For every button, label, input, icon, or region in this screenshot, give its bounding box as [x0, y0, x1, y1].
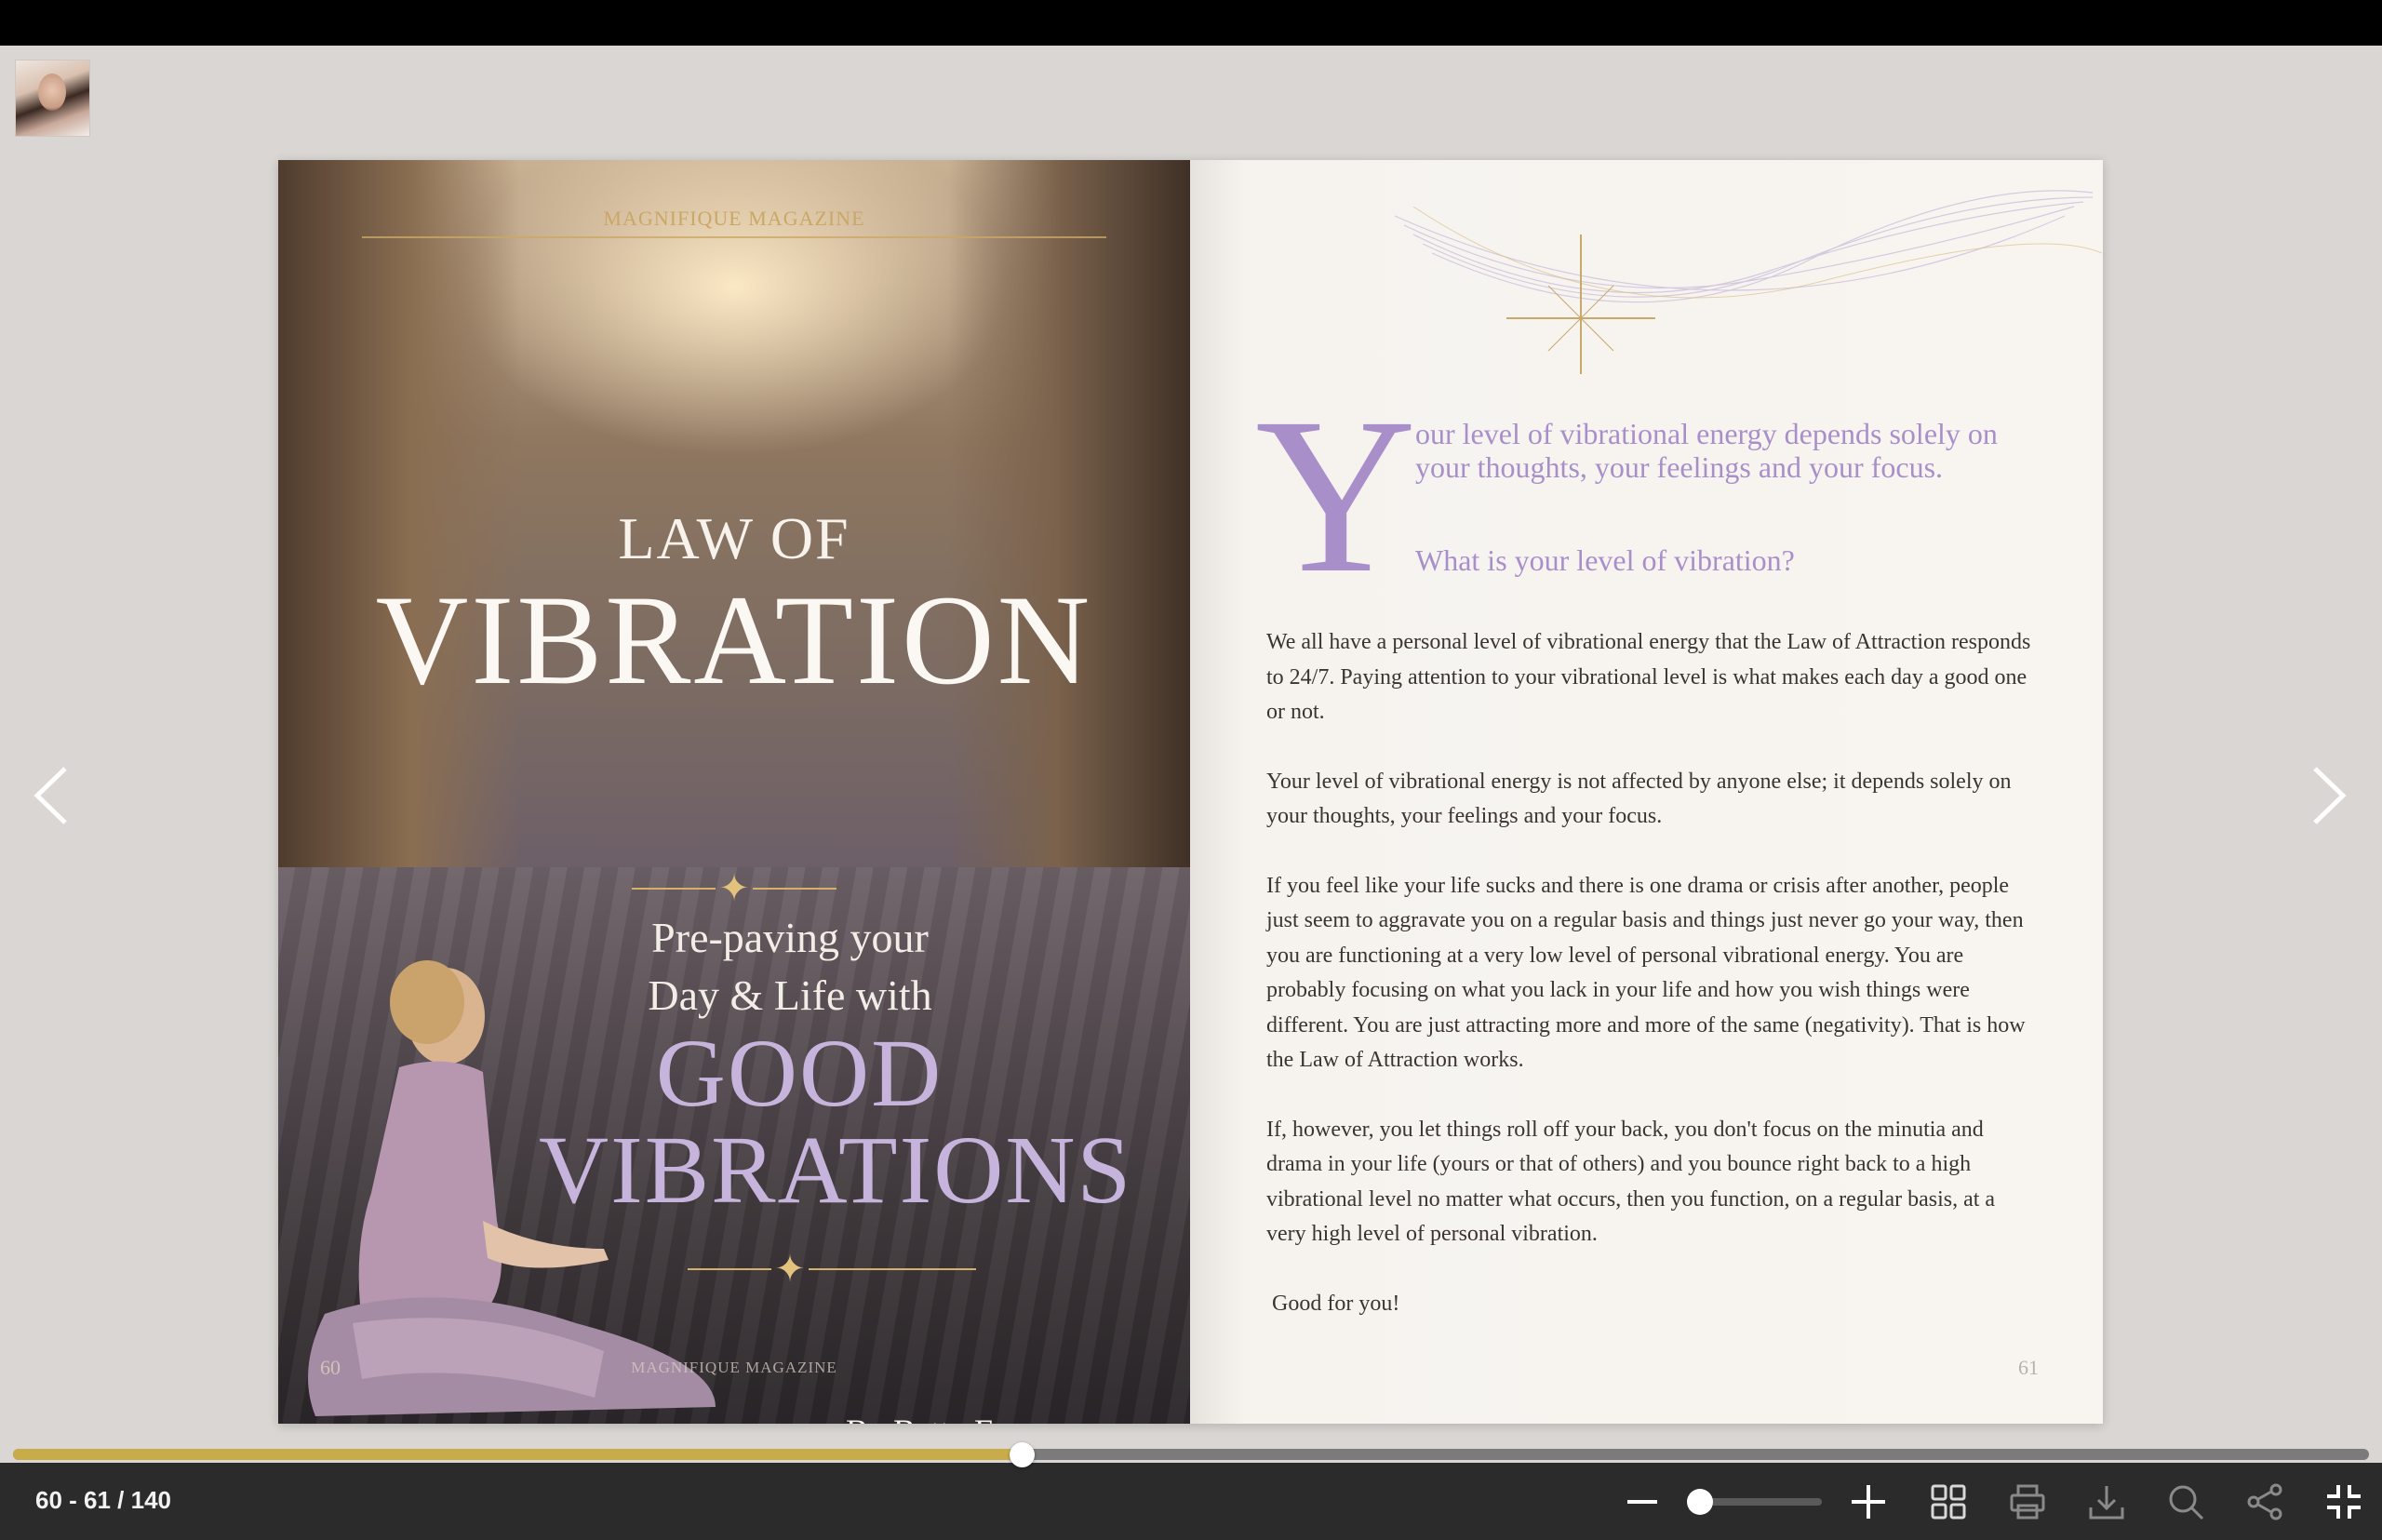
- ornament-divider-bottom: ✦: [650, 1251, 1041, 1288]
- share-icon[interactable]: [2244, 1481, 2285, 1522]
- zoom-in-icon[interactable]: [1848, 1481, 1889, 1522]
- page-left[interactable]: MAGNIFIQUE MAGAZINE LAW OF VIBRATION ✦ P…: [278, 160, 1190, 1424]
- ornament-divider-top: ✦: [632, 870, 836, 907]
- publisher-avatar[interactable]: [15, 60, 90, 137]
- chevron-right-icon[interactable]: [2308, 763, 2350, 828]
- paragraph: We all have a personal level of vibratio…: [1266, 630, 2031, 724]
- page-right[interactable]: Y our level of vibrational energy depend…: [1190, 160, 2103, 1424]
- title-line-2: VIBRATION: [375, 569, 1093, 711]
- lead-paragraph: our level of vibrational energy depends …: [1415, 417, 1998, 484]
- avatar-face: [38, 74, 66, 111]
- subtitle-line-1: Pre-paving your: [651, 914, 929, 961]
- subtitle: Pre-paving your Day & Life with: [557, 909, 1023, 1024]
- drop-cap: Y: [1255, 371, 1417, 619]
- title-line-1: LAW OF: [618, 505, 850, 571]
- zoom-slider-handle[interactable]: [1687, 1489, 1713, 1515]
- highlight-title: GOOD VIBRATIONS: [539, 1020, 1133, 1224]
- sparkle-icon: ✦: [718, 867, 750, 909]
- highlight-line-2: VIBRATIONS: [539, 1117, 1133, 1224]
- magazine-header: MAGNIFIQUE MAGAZINE: [362, 207, 1106, 238]
- byline: By Betty Ferguson: [846, 1412, 1190, 1424]
- sparkle-star-icon: [1506, 234, 1655, 374]
- lead-question: What is your level of vibration?: [1415, 543, 1795, 577]
- exit-fullscreen-icon[interactable]: [2323, 1481, 2364, 1522]
- top-bar: [0, 0, 2382, 46]
- sparkle-icon: ✦: [774, 1248, 806, 1290]
- download-icon[interactable]: [2086, 1481, 2127, 1522]
- paragraph: Good for you!: [1272, 1291, 1400, 1316]
- highlight-line-1: GOOD: [655, 1020, 943, 1127]
- paragraph: If you feel like your life sucks and the…: [1266, 873, 2026, 1073]
- thumbnails-grid-icon[interactable]: [1928, 1481, 1969, 1522]
- zoom-out-icon[interactable]: [1622, 1481, 1663, 1522]
- subtitle-line-2: Day & Life with: [648, 971, 932, 1019]
- magazine-spread: MAGNIFIQUE MAGAZINE LAW OF VIBRATION ✦ P…: [278, 160, 2103, 1424]
- left-page-footer: MAGNIFIQUE MAGAZINE: [631, 1359, 837, 1376]
- search-icon[interactable]: [2165, 1481, 2206, 1522]
- print-icon[interactable]: [2007, 1481, 2048, 1522]
- page-progress-handle[interactable]: [1010, 1442, 1035, 1467]
- paragraph: If, however, you let things roll off you…: [1266, 1117, 1996, 1247]
- page-counter: 60 - 61 / 140: [35, 1486, 171, 1514]
- paragraph: Your level of vibrational energy is not …: [1266, 769, 2012, 829]
- chevron-left-icon[interactable]: [30, 763, 73, 828]
- vibration-wave-decoration: [1394, 190, 2102, 374]
- article-body: We all have a personal level of vibratio…: [1266, 625, 2039, 1356]
- page-progress-fill: [13, 1449, 1023, 1460]
- page-number-right: 61: [2018, 1356, 2039, 1379]
